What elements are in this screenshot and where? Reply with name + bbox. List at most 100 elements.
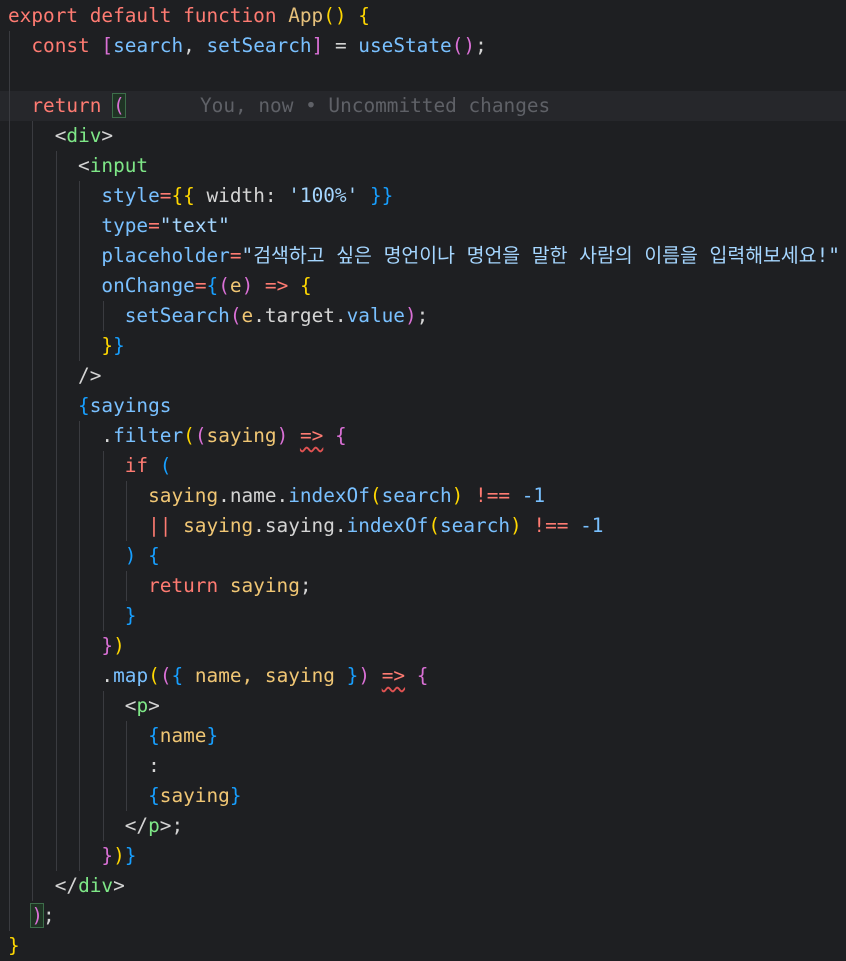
indent-guide <box>9 31 10 61</box>
indent-guide <box>9 361 10 391</box>
code-token: = <box>323 34 359 57</box>
code-token: { <box>334 424 347 447</box>
code-line[interactable]: <input <box>0 151 846 181</box>
code-line[interactable]: placeholder="검색하고 싶은 명언이나 명언을 말한 사람의 이름을… <box>0 241 846 271</box>
indent-guide <box>9 661 10 691</box>
indent-guide <box>126 481 127 511</box>
indent-guide <box>55 451 57 481</box>
code-line[interactable]: .map(({ name, saying }) => { <box>0 661 846 691</box>
code-line[interactable]: const [search, setSearch] = useState(); <box>0 31 846 61</box>
code-line[interactable] <box>0 61 846 91</box>
code-line[interactable]: .filter((saying) => { <box>0 421 846 451</box>
code-token: () <box>451 34 476 57</box>
indent-guide <box>9 301 10 331</box>
indent-guide <box>55 421 57 451</box>
indent-guide <box>32 121 34 151</box>
indent-guide <box>32 301 34 331</box>
code-line[interactable]: ); <box>0 901 846 931</box>
indent-guide <box>79 271 81 301</box>
indent-guide <box>79 751 81 781</box>
code-line[interactable]: if ( <box>0 451 846 481</box>
code-token: { <box>78 394 90 417</box>
indent-guide <box>32 601 34 631</box>
indent-guide <box>32 661 34 691</box>
code-line[interactable]: </p>; <box>0 811 846 841</box>
indent-guide <box>102 691 104 721</box>
code-line[interactable]: </div> <box>0 871 846 901</box>
code-token: ) <box>113 844 125 867</box>
code-line[interactable]: ) { <box>0 541 846 571</box>
indent-guide <box>9 751 10 781</box>
code-line[interactable]: {saying} <box>0 781 846 811</box>
indent-guide <box>9 451 10 481</box>
code-line[interactable]: setSearch(e.target.value); <box>0 301 846 331</box>
code-token: e <box>229 274 242 297</box>
code-token: } <box>124 844 137 867</box>
code-token: : <box>148 754 160 777</box>
code-token: [ <box>101 34 114 57</box>
code-line[interactable]: } <box>0 601 846 631</box>
code-line[interactable]: } <box>0 931 846 961</box>
indent-guide <box>32 511 34 541</box>
code-token: filter <box>113 424 184 447</box>
indent-guide <box>55 721 57 751</box>
indent-guide <box>32 631 34 661</box>
code-line[interactable]: saying.name.indexOf(search) !== -1 <box>0 481 846 511</box>
code-line[interactable]: : <box>0 751 846 781</box>
code-line[interactable]: }} <box>0 331 846 361</box>
code-token: = <box>159 184 172 207</box>
code-line[interactable]: <div> <box>0 121 846 151</box>
code-token: ; <box>43 904 55 927</box>
code-token: } <box>206 724 219 747</box>
code-line[interactable]: style={{ width: '100%' }} <box>0 181 846 211</box>
code-editor[interactable]: export default function App() { const [s… <box>0 0 846 960</box>
code-token: /> <box>78 364 102 387</box>
code-line[interactable]: <p> <box>0 691 846 721</box>
code-line[interactable]: || saying.saying.indexOf(search) !== -1 <box>0 511 846 541</box>
code-token: !== <box>521 514 581 537</box>
code-line[interactable]: return saying; <box>0 571 846 601</box>
code-line[interactable]: return (You, now • Uncommitted changes <box>0 91 846 121</box>
code-line[interactable]: /> <box>0 361 846 391</box>
code-line[interactable]: type="text" <box>0 211 846 241</box>
code-token: } <box>101 844 114 867</box>
code-token: width: <box>194 184 289 207</box>
code-line[interactable]: export default function App() { <box>0 1 846 31</box>
code-line[interactable]: }) <box>0 631 846 661</box>
indent-guide <box>79 841 81 871</box>
indent-guide <box>9 571 10 601</box>
indent-guide <box>9 211 10 241</box>
code-token: "검색하고 싶은 명언이나 명언을 말한 사람의 이름을 입력해보세요!" <box>241 244 840 267</box>
code-token: || <box>148 514 184 537</box>
indent-guide <box>55 391 57 421</box>
indent-guide <box>32 361 34 391</box>
indent-guide <box>126 751 127 781</box>
code-line[interactable]: onChange={(e) => { <box>0 271 846 301</box>
indent-guide <box>79 541 81 571</box>
code-token: . <box>101 424 114 447</box>
indent-guide <box>55 631 57 661</box>
indent-guide <box>32 841 34 871</box>
code-token: style <box>101 184 160 207</box>
code-token: saying <box>229 574 300 597</box>
code-line[interactable]: {sayings <box>0 391 846 421</box>
indent-guide <box>32 391 34 421</box>
code-line[interactable]: })} <box>0 841 846 871</box>
indent-guide <box>102 481 104 511</box>
code-line[interactable]: {name} <box>0 721 846 751</box>
code-token: ( <box>369 484 382 507</box>
indent-guide <box>102 601 104 631</box>
indent-guide <box>9 841 10 871</box>
indent-guide <box>102 721 104 751</box>
